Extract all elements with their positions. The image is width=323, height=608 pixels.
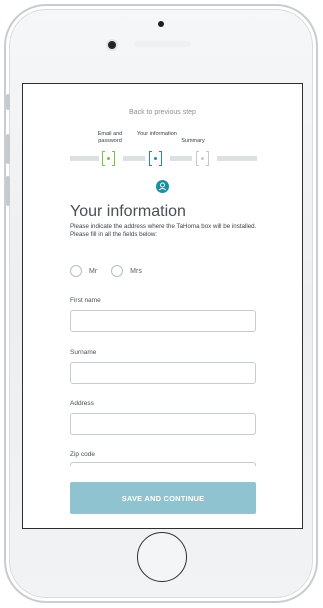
stepper-line-segment bbox=[170, 156, 192, 161]
mute-switch bbox=[6, 94, 10, 110]
step-indicator-completed bbox=[102, 151, 115, 166]
step-dot-icon bbox=[107, 157, 110, 160]
address-field[interactable] bbox=[70, 413, 256, 435]
volume-up-button bbox=[6, 134, 10, 164]
stepper-line-segment bbox=[123, 156, 145, 161]
home-button[interactable] bbox=[137, 532, 187, 582]
surname-label: Surname bbox=[70, 349, 97, 356]
radio-option-mr[interactable]: Mr bbox=[70, 265, 97, 277]
step-label-summary: Summary bbox=[181, 138, 205, 144]
user-icon bbox=[156, 180, 169, 193]
surname-field[interactable] bbox=[70, 362, 256, 384]
stepper-line-segment bbox=[70, 156, 99, 161]
step-dot-icon bbox=[154, 157, 157, 160]
address-label: Address bbox=[70, 400, 94, 407]
back-to-previous-step-link[interactable]: Back to previous step bbox=[23, 109, 302, 116]
zip-code-field[interactable] bbox=[70, 462, 256, 466]
zip-code-label: Zip code bbox=[70, 451, 95, 458]
step-label-email-password: Email and password bbox=[97, 131, 123, 144]
intro-text: Please indicate the address where the Ta… bbox=[70, 223, 257, 238]
title-radio-group: Mr Mrs bbox=[70, 265, 156, 277]
step-label-your-information: Your information bbox=[137, 131, 177, 137]
front-camera bbox=[108, 41, 116, 49]
first-name-label: First name bbox=[70, 297, 101, 304]
step-indicator-pending bbox=[196, 151, 209, 166]
save-and-continue-button[interactable]: SAVE AND CONTINUE bbox=[70, 482, 256, 514]
proximity-sensor bbox=[158, 21, 164, 27]
earpiece-speaker bbox=[135, 41, 191, 47]
radio-button-icon[interactable] bbox=[70, 265, 82, 277]
app-screen: Back to previous step Email and password… bbox=[22, 83, 303, 529]
step-indicator-active bbox=[149, 151, 162, 166]
stepper-line-segment bbox=[217, 156, 257, 161]
radio-button-icon[interactable] bbox=[111, 265, 124, 277]
first-name-field[interactable] bbox=[70, 310, 256, 332]
radio-option-mrs[interactable]: Mrs bbox=[111, 265, 142, 277]
radio-label-mrs: Mrs bbox=[130, 267, 142, 275]
page-title: Your information bbox=[70, 203, 186, 220]
volume-down-button bbox=[6, 176, 10, 206]
radio-label-mr: Mr bbox=[89, 267, 98, 275]
step-dot-icon bbox=[201, 157, 204, 160]
